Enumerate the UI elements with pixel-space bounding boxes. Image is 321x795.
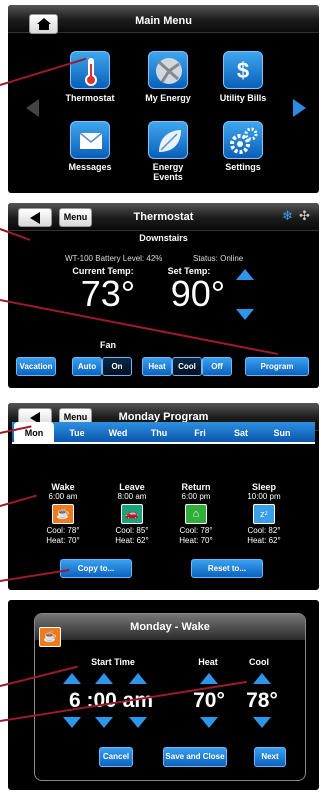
period-heat: Heat: 62° bbox=[247, 536, 281, 545]
tab-fri[interactable]: Fri bbox=[180, 422, 220, 444]
gears-icon bbox=[230, 127, 258, 154]
period-time: 8:00 am bbox=[117, 492, 147, 501]
period-return[interactable]: Return 6:00 pm ⌂ Cool: 78° Heat: 70° bbox=[169, 482, 223, 546]
messages-label: Messages bbox=[68, 162, 112, 172]
period-leave[interactable]: Leave 8:00 am 🚗 Cool: 85° Heat: 62° bbox=[105, 482, 159, 546]
energy-events-label: Energy Events bbox=[152, 162, 184, 182]
period-time: 6:00 pm bbox=[181, 492, 211, 501]
period-cool: Cool: 78° bbox=[179, 526, 213, 535]
fan-on-button[interactable]: On bbox=[102, 357, 132, 376]
sleep-icon: zᶻ bbox=[253, 504, 275, 524]
tab-sun[interactable]: Sun bbox=[262, 422, 302, 444]
prev-page-icon[interactable] bbox=[26, 99, 39, 117]
set-temp-up-icon[interactable] bbox=[236, 269, 254, 280]
copy-to-button[interactable]: Copy to... bbox=[60, 559, 132, 578]
period-heat: Heat: 62° bbox=[115, 536, 149, 545]
hour-up-icon[interactable] bbox=[63, 673, 81, 684]
main-menu-panel: Main Menu Thermostat My Energy $ Utility… bbox=[8, 5, 319, 193]
coffee-icon: ☕ bbox=[52, 504, 74, 524]
leaf-icon bbox=[159, 130, 181, 152]
tab-thu[interactable]: Thu bbox=[139, 422, 179, 444]
utility-bills-tile[interactable]: $ bbox=[223, 51, 263, 89]
next-button[interactable]: Next bbox=[254, 747, 286, 767]
cool-value: 78° bbox=[246, 689, 278, 712]
minute-down-icon[interactable] bbox=[95, 717, 113, 728]
tab-wed[interactable]: Wed bbox=[98, 422, 138, 444]
thermostat-label: Thermostat bbox=[65, 93, 115, 103]
vacation-button[interactable]: Vacation bbox=[16, 357, 56, 376]
location-label: Downstairs bbox=[139, 233, 188, 243]
minute-up-icon[interactable] bbox=[95, 673, 113, 684]
battery-level: WT-100 Battery Level: 42% bbox=[65, 254, 163, 263]
energy-events-tile[interactable] bbox=[148, 121, 188, 159]
period-heat: Heat: 70° bbox=[46, 536, 80, 545]
cool-mode-button[interactable]: Cool bbox=[172, 357, 202, 376]
set-temp-value: 90° bbox=[170, 273, 226, 314]
off-mode-button[interactable]: Off bbox=[202, 357, 232, 376]
dialog-title: Monday - Wake bbox=[130, 621, 210, 633]
set-temp-down-icon[interactable] bbox=[236, 309, 254, 320]
program-button[interactable]: Program bbox=[245, 357, 309, 376]
thermometer-icon bbox=[85, 58, 97, 86]
thermostat-tile[interactable] bbox=[70, 51, 110, 89]
tab-tue[interactable]: Tue bbox=[57, 422, 97, 444]
period-cool: Cool: 82° bbox=[247, 526, 281, 535]
period-cool: Cool: 78° bbox=[46, 526, 80, 535]
period-time: 6:00 am bbox=[48, 492, 78, 501]
heat-label: Heat bbox=[198, 657, 218, 667]
cancel-button[interactable]: Cancel bbox=[99, 747, 133, 767]
program-panel: Menu Monday Program Mon Tue Wed Thu Fri … bbox=[8, 403, 319, 590]
cool-down-icon[interactable] bbox=[253, 717, 271, 728]
period-heat: Heat: 70° bbox=[179, 536, 213, 545]
current-temp-value: 73° bbox=[80, 273, 136, 314]
heat-down-icon[interactable] bbox=[200, 717, 218, 728]
period-name: Leave bbox=[119, 482, 145, 492]
start-time-label: Start Time bbox=[91, 657, 135, 667]
hour-down-icon[interactable] bbox=[63, 717, 81, 728]
house-icon: ⌂ bbox=[185, 504, 207, 524]
heat-value: 70° bbox=[193, 689, 225, 712]
ampm-up-icon[interactable] bbox=[129, 673, 147, 684]
fan-icon: ✣ bbox=[299, 208, 310, 223]
period-name: Wake bbox=[51, 482, 75, 492]
my-energy-tile[interactable] bbox=[148, 51, 188, 89]
thermostat-panel: Menu Thermostat ❄ ✣ Downstairs WT-100 Ba… bbox=[8, 203, 319, 388]
cool-label: Cool bbox=[249, 657, 269, 667]
utility-bills-label: Utility Bills bbox=[219, 93, 267, 103]
save-and-close-button[interactable]: Save and Close bbox=[163, 747, 227, 767]
period-wake[interactable]: Wake 6:00 am ☕ Cool: 78° Heat: 70° bbox=[36, 482, 90, 546]
tab-mon[interactable]: Mon bbox=[14, 422, 54, 444]
envelope-icon bbox=[79, 132, 103, 149]
car-icon: 🚗 bbox=[121, 504, 143, 524]
messages-tile[interactable] bbox=[70, 121, 110, 159]
settings-tile[interactable] bbox=[223, 121, 263, 159]
fan-label: Fan bbox=[99, 340, 116, 350]
meter-icon bbox=[156, 58, 182, 84]
page-title: Thermostat bbox=[133, 211, 194, 223]
ampm-down-icon[interactable] bbox=[129, 717, 147, 728]
period-name: Return bbox=[181, 482, 211, 492]
page-title: Main Menu bbox=[135, 15, 192, 27]
snowflake-icon: ❄ bbox=[282, 208, 293, 223]
cool-up-icon[interactable] bbox=[253, 673, 271, 684]
dollar-icon: $ bbox=[236, 58, 250, 83]
period-sleep[interactable]: Sleep 10:00 pm zᶻ Cool: 82° Heat: 62° bbox=[236, 482, 292, 546]
fan-auto-button[interactable]: Auto bbox=[72, 357, 102, 376]
status-text: Status: Online bbox=[193, 254, 244, 263]
my-energy-label: My Energy bbox=[145, 93, 191, 103]
reset-to-button[interactable]: Reset to... bbox=[191, 559, 263, 578]
settings-label: Settings bbox=[225, 162, 261, 172]
period-cool: Cool: 85° bbox=[115, 526, 149, 535]
heat-up-icon[interactable] bbox=[200, 673, 218, 684]
period-name: Sleep bbox=[251, 482, 276, 492]
period-time: 10:00 pm bbox=[247, 492, 281, 501]
heat-mode-button[interactable]: Heat bbox=[142, 357, 172, 376]
day-tabs: Mon Tue Wed Thu Fri Sat Sun bbox=[12, 422, 315, 444]
next-page-icon[interactable] bbox=[293, 99, 306, 117]
tab-sat[interactable]: Sat bbox=[221, 422, 261, 444]
